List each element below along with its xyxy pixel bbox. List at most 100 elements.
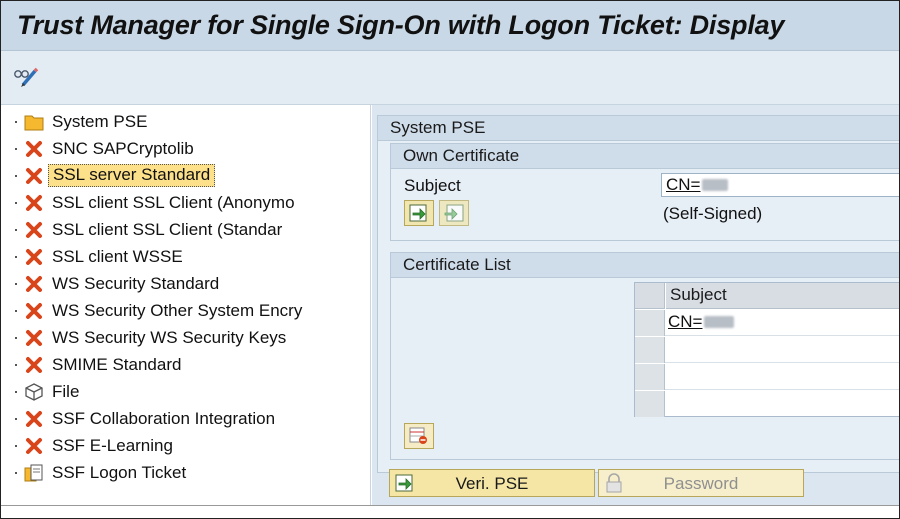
import-icon	[409, 204, 427, 222]
red-x-icon	[26, 249, 42, 265]
export-certificate-button[interactable]	[439, 200, 469, 226]
tree-item-ssl-client-wsse[interactable]: SSL client WSSE	[1, 244, 371, 270]
tree-item-label: SSL client WSSE	[52, 247, 183, 266]
tree-item-smime-standard[interactable]: SMIME Standard	[1, 352, 371, 378]
table-cell-subject[interactable]	[666, 391, 899, 417]
tree-item-ssf-e-learning[interactable]: SSF E-Learning	[1, 433, 371, 459]
title-bar: Trust Manager for Single Sign-On with Lo…	[1, 1, 899, 51]
tree-node-dot	[15, 418, 17, 420]
own-cert-subject-link[interactable]: CN=	[666, 175, 700, 194]
table-row[interactable]	[635, 364, 899, 390]
tree-node-dot	[15, 121, 17, 123]
red-x-icon	[26, 195, 42, 211]
veri-pse-label: Veri. PSE	[455, 474, 529, 493]
tree-item-ssl-server-standard[interactable]: SSL server Standard	[1, 163, 371, 189]
own-certificate-title: Own Certificate	[391, 144, 899, 169]
tree-node-dot	[15, 202, 17, 204]
veri-pse-button[interactable]: Veri. PSE	[389, 469, 595, 497]
own-cert-subject-field[interactable]: CN=	[661, 173, 899, 197]
tree-node-dot	[15, 229, 17, 231]
red-x-icon	[26, 411, 42, 427]
tree-item-label: SSL client SSL Client (Anonymo	[52, 193, 295, 212]
tree-item-snc-sapcryptolib[interactable]: SNC SAPCryptolib	[1, 136, 371, 162]
table-row[interactable]	[635, 391, 899, 417]
red-x-icon	[26, 222, 42, 238]
row-selector[interactable]	[635, 337, 665, 363]
red-x-icon	[26, 276, 42, 292]
tree-item-file[interactable]: File	[1, 379, 371, 405]
tree-node-dot	[15, 445, 17, 447]
glasses-pencil-icon	[14, 67, 39, 87]
display-change-button[interactable]	[11, 63, 41, 89]
tree-item-label: WS Security Standard	[52, 274, 220, 293]
red-x-icon	[26, 303, 42, 319]
tree-node-dot	[15, 283, 17, 285]
tree-item-label: SSL client SSL Client (Standar	[52, 220, 283, 239]
tree-item-ssl-client-standard[interactable]: SSL client SSL Client (Standar	[1, 217, 371, 243]
red-x-icon	[26, 141, 42, 157]
tree-item-ws-security-keys[interactable]: WS Security WS Security Keys	[1, 325, 371, 351]
window-title: Trust Manager for Single Sign-On with Lo…	[17, 10, 785, 40]
status-bar	[1, 505, 899, 518]
application-toolbar	[1, 51, 899, 105]
tree-item-label: SMIME Standard	[52, 355, 182, 374]
tree-item-ssl-client-anonymous[interactable]: SSL client SSL Client (Anonymo	[1, 190, 371, 216]
tree-item-label: SSF Collaboration Integration	[52, 409, 276, 428]
select-all-cell[interactable]	[635, 283, 665, 309]
tree-item-label: System PSE	[52, 112, 148, 131]
tree-item-ssf-collaboration[interactable]: SSF Collaboration Integration	[1, 406, 371, 432]
certificate-list-title: Certificate List	[391, 253, 899, 278]
own-certificate-group: Own Certificate Subject CN= (Self-Signed…	[390, 143, 899, 241]
trust-manager-window: Trust Manager for Single Sign-On with Lo…	[0, 0, 900, 519]
certificate-list-group: Certificate List Subject CN=	[390, 252, 899, 460]
detail-pane: System PSE Own Certificate Subject CN= (…	[372, 105, 899, 505]
password-label: Password	[663, 474, 739, 493]
tree-node-dot	[15, 256, 17, 258]
tree-item-label: WS Security Other System Encry	[52, 301, 303, 320]
certificate-table: Subject CN=	[634, 282, 899, 417]
redacted-text	[702, 179, 729, 191]
password-button[interactable]: Password	[598, 469, 804, 497]
red-x-icon	[26, 330, 42, 346]
tree-node-dot	[15, 391, 17, 393]
remove-certificate-button[interactable]	[404, 423, 434, 449]
tree-node-dot	[15, 337, 17, 339]
red-x-icon	[26, 438, 42, 454]
red-x-icon	[26, 168, 42, 184]
tree-item-label: SSF Logon Ticket	[52, 463, 187, 482]
issuer-value: (Self-Signed)	[663, 204, 763, 223]
table-row[interactable]: CN=	[635, 310, 899, 336]
tree-item-label: SSF E-Learning	[52, 436, 173, 455]
system-pse-group: System PSE Own Certificate Subject CN= (…	[377, 115, 899, 473]
cert-subject-link[interactable]: CN=	[668, 312, 702, 331]
tree-item-label: File	[52, 382, 80, 401]
tree-item-ws-security-standard[interactable]: WS Security Standard	[1, 271, 371, 297]
tree-node-dot	[15, 472, 17, 474]
ticket-icon	[24, 464, 43, 482]
tree-item-label: WS Security WS Security Keys	[52, 328, 287, 347]
tree-node-dot	[15, 364, 17, 366]
tree-node-dot	[15, 175, 17, 177]
table-cell-subject[interactable]	[666, 364, 899, 390]
column-header-subject[interactable]: Subject	[666, 283, 899, 309]
import-certificate-button[interactable]	[404, 200, 434, 226]
tree-item-label: SNC SAPCryptolib	[52, 139, 194, 158]
pse-tree: System PSE SNC SAPCryptolib SSL server S…	[1, 105, 371, 505]
table-cell-subject[interactable]	[666, 337, 899, 363]
red-x-icon	[26, 357, 42, 373]
tree-item-ssf-logon-ticket[interactable]: SSF Logon Ticket	[1, 460, 371, 486]
tree-node-dot	[15, 310, 17, 312]
export-icon	[444, 204, 464, 222]
folder-icon	[24, 115, 44, 131]
tree-item-ws-security-other-system[interactable]: WS Security Other System Encry	[1, 298, 371, 324]
table-cell-subject[interactable]: CN=	[666, 310, 899, 336]
remove-row-icon	[409, 427, 427, 444]
tree-item-system-pse[interactable]: System PSE	[1, 109, 371, 135]
tree-node-dot	[15, 148, 17, 150]
row-selector[interactable]	[635, 391, 665, 417]
table-row[interactable]	[635, 337, 899, 363]
redacted-text	[704, 316, 735, 328]
row-selector[interactable]	[635, 364, 665, 390]
system-pse-title: System PSE	[378, 116, 899, 141]
row-selector[interactable]	[635, 310, 665, 336]
